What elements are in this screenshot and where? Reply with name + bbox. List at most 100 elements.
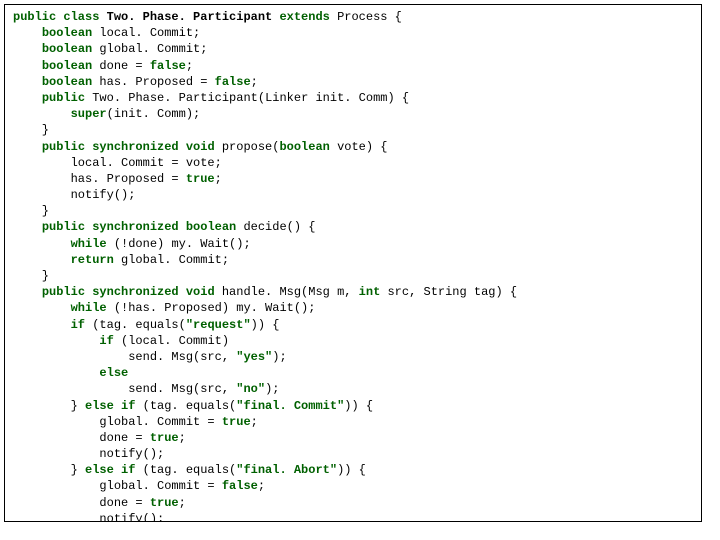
code-token: ; (186, 59, 193, 73)
code-line: boolean global. Commit; (13, 41, 693, 57)
code-line: boolean local. Commit; (13, 25, 693, 41)
code-token: Two. Phase. Participant(Linker init. Com… (92, 91, 409, 105)
code-token: send. Msg(src, (13, 382, 236, 396)
code-token: boolean (42, 26, 100, 40)
code-token: while (71, 301, 114, 315)
code-token: ); (272, 350, 286, 364)
code-line: } else if (tag. equals("final. Abort")) … (13, 462, 693, 478)
code-token: global. Commit = (13, 415, 222, 429)
code-token: notify(); (13, 188, 135, 202)
code-line: boolean has. Proposed = false; (13, 74, 693, 90)
code-token (13, 253, 71, 267)
code-container: public class Two. Phase. Participant ext… (4, 4, 702, 522)
code-token: has. Proposed = (13, 172, 186, 186)
code-token: vote) { (337, 140, 387, 154)
code-token (13, 42, 42, 56)
code-line: return global. Commit; (13, 252, 693, 268)
code-line: } (13, 268, 693, 284)
code-line: super(init. Comm); (13, 106, 693, 122)
code-line: public Two. Phase. Participant(Linker in… (13, 90, 693, 106)
code-token: false (215, 75, 251, 89)
code-token (13, 75, 42, 89)
code-token: global. Commit = (13, 479, 222, 493)
code-token: } (13, 204, 49, 218)
code-line: public synchronized void propose(boolean… (13, 139, 693, 155)
code-token: )) { (344, 399, 373, 413)
code-token: if (99, 334, 121, 348)
code-token: Process { (337, 10, 402, 24)
code-token: int (359, 285, 388, 299)
code-token: boolean (279, 140, 337, 154)
code-line: while (!done) my. Wait(); (13, 236, 693, 252)
code-token: )) { (337, 463, 366, 477)
code-token (13, 318, 71, 332)
code-token: } (13, 399, 85, 413)
code-token: boolean (42, 75, 100, 89)
code-token: "request" (186, 318, 251, 332)
code-line: send. Msg(src, "yes"); (13, 349, 693, 365)
code-token: local. Commit; (99, 26, 200, 40)
code-token: (init. Comm); (107, 107, 201, 121)
code-token: ); (265, 382, 279, 396)
code-token: notify(); (13, 447, 164, 461)
code-token: decide() { (243, 220, 315, 234)
code-line: } (13, 122, 693, 138)
code-token: notify(); (13, 512, 164, 522)
code-token (13, 59, 42, 73)
code-token: "final. Abort" (236, 463, 337, 477)
code-token: } (13, 269, 49, 283)
code-token: (!has. Proposed) my. Wait(); (114, 301, 316, 315)
code-token: done = (13, 496, 150, 510)
code-token: "no" (236, 382, 265, 396)
code-token: src, String tag) { (387, 285, 517, 299)
code-token (13, 26, 42, 40)
code-token: (tag. equals( (143, 463, 237, 477)
code-token: else if (85, 463, 143, 477)
code-token (13, 140, 42, 154)
code-token: has. Proposed = (99, 75, 214, 89)
code-token: global. Commit; (99, 42, 207, 56)
code-token: Two. Phase. Participant (107, 10, 280, 24)
code-token: return (71, 253, 121, 267)
code-line: done = true; (13, 430, 693, 446)
code-token: propose( (222, 140, 280, 154)
code-token: (tag. equals( (92, 318, 186, 332)
code-token: false (222, 479, 258, 493)
code-token: done = (13, 431, 150, 445)
code-token: true (222, 415, 251, 429)
code-token: true (186, 172, 215, 186)
code-line: has. Proposed = true; (13, 171, 693, 187)
code-token (13, 220, 42, 234)
code-token: (tag. equals( (143, 399, 237, 413)
code-token: ; (251, 415, 258, 429)
code-line: global. Commit = false; (13, 478, 693, 494)
code-token (13, 285, 42, 299)
code-token: if (71, 318, 93, 332)
code-line: else (13, 365, 693, 381)
code-line: if (tag. equals("request")) { (13, 317, 693, 333)
code-line: boolean done = false; (13, 58, 693, 74)
code-token: send. Msg(src, (13, 350, 236, 364)
code-token: global. Commit; (121, 253, 229, 267)
code-token: } (13, 123, 49, 137)
code-token: ; (215, 172, 222, 186)
code-token: public synchronized void (42, 140, 222, 154)
code-line: notify(); (13, 446, 693, 462)
code-token: super (71, 107, 107, 121)
code-line: notify(); (13, 187, 693, 203)
code-token: done = (99, 59, 149, 73)
code-token (13, 301, 71, 315)
code-line: } else if (tag. equals("final. Commit"))… (13, 398, 693, 414)
code-token: while (71, 237, 114, 251)
code-token: public synchronized void (42, 285, 222, 299)
code-token: false (150, 59, 186, 73)
code-token: } (13, 463, 85, 477)
code-listing: public class Two. Phase. Participant ext… (13, 9, 693, 522)
code-line: public class Two. Phase. Participant ext… (13, 9, 693, 25)
code-token: "yes" (236, 350, 272, 364)
code-token (13, 334, 99, 348)
code-token (13, 366, 99, 380)
code-token: ; (251, 75, 258, 89)
code-line: if (local. Commit) (13, 333, 693, 349)
code-token: ; (258, 479, 265, 493)
